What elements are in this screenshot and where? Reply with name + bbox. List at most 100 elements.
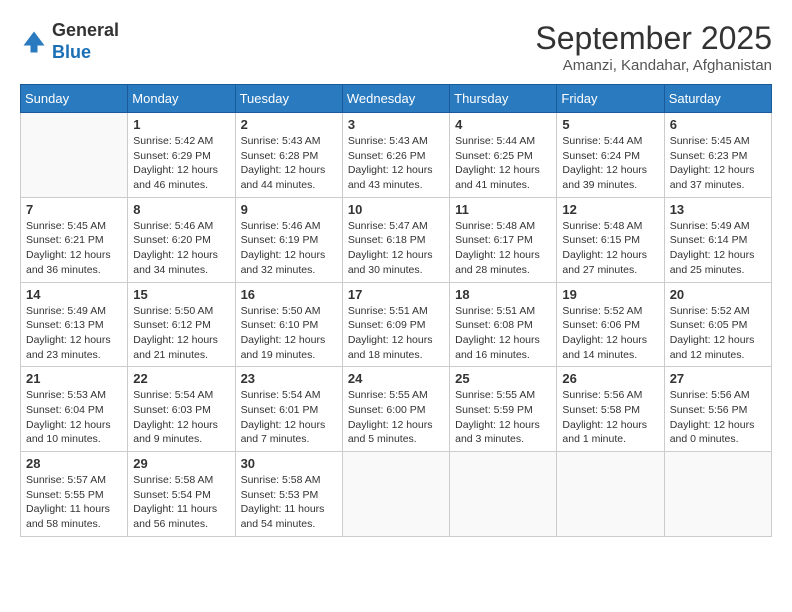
day-info: Sunrise: 5:54 AM Sunset: 6:03 PM Dayligh… xyxy=(133,388,229,447)
day-info: Sunrise: 5:51 AM Sunset: 6:09 PM Dayligh… xyxy=(348,304,444,363)
calendar-cell: 14Sunrise: 5:49 AM Sunset: 6:13 PM Dayli… xyxy=(21,282,128,367)
day-number: 24 xyxy=(348,371,444,386)
calendar-cell: 5 Sunrise: 5:44 AM Sunset: 6:24 PM Daylig… xyxy=(557,113,664,198)
day-info: Sunrise: 5:56 AM Sunset: 5:58 PM Dayligh… xyxy=(562,388,658,447)
weekday-header-saturday: Saturday xyxy=(664,85,771,113)
day-number: 3 xyxy=(348,117,444,132)
calendar-table: SundayMondayTuesdayWednesdayThursdayFrid… xyxy=(20,84,772,537)
day-info: Sunrise: 5:45 AM Sunset: 6:21 PM Dayligh… xyxy=(26,219,122,278)
day-number: 23 xyxy=(241,371,337,386)
calendar-cell: 3 Sunrise: 5:43 AM Sunset: 6:26 PM Daylig… xyxy=(342,113,449,198)
day-number: 21 xyxy=(26,371,122,386)
day-info: Sunrise: 5:50 AM Sunset: 6:12 PM Dayligh… xyxy=(133,304,229,363)
day-number: 6 xyxy=(670,117,766,132)
week-row-4: 21 Sunrise: 5:53 AM Sunset: 6:04 PM Dayli… xyxy=(21,367,772,452)
day-number: 12 xyxy=(562,202,658,217)
weekday-header-tuesday: Tuesday xyxy=(235,85,342,113)
day-info: Sunrise: 5:48 AM Sunset: 6:17 PM Dayligh… xyxy=(455,219,551,278)
day-number: 7 xyxy=(26,202,122,217)
day-number: 25 xyxy=(455,371,551,386)
day-number: 15 xyxy=(133,287,229,302)
logo-icon xyxy=(20,28,48,56)
day-info: Sunrise: 5:58 AM Sunset: 5:54 PM Dayligh… xyxy=(133,473,229,532)
calendar-cell: 29Sunrise: 5:58 AM Sunset: 5:54 PM Dayli… xyxy=(128,452,235,537)
calendar-cell: 15 Sunrise: 5:50 AM Sunset: 6:12 PM Dayli… xyxy=(128,282,235,367)
day-number: 16 xyxy=(241,287,337,302)
calendar-cell: 10 Sunrise: 5:47 AM Sunset: 6:18 PM Dayli… xyxy=(342,197,449,282)
calendar-cell: 8 Sunrise: 5:46 AM Sunset: 6:20 PM Daylig… xyxy=(128,197,235,282)
calendar-cell: 9Sunrise: 5:46 AM Sunset: 6:19 PM Daylig… xyxy=(235,197,342,282)
calendar-cell: 2Sunrise: 5:43 AM Sunset: 6:28 PM Daylig… xyxy=(235,113,342,198)
calendar-cell xyxy=(342,452,449,537)
week-row-2: 7 Sunrise: 5:45 AM Sunset: 6:21 PM Daylig… xyxy=(21,197,772,282)
weekday-header-friday: Friday xyxy=(557,85,664,113)
day-info: Sunrise: 5:48 AM Sunset: 6:15 PM Dayligh… xyxy=(562,219,658,278)
day-info: Sunrise: 5:46 AM Sunset: 6:20 PM Dayligh… xyxy=(133,219,229,278)
day-info: Sunrise: 5:57 AM Sunset: 5:55 PM Dayligh… xyxy=(26,473,122,532)
week-row-5: 28 Sunrise: 5:57 AM Sunset: 5:55 PM Dayli… xyxy=(21,452,772,537)
day-info: Sunrise: 5:44 AM Sunset: 6:24 PM Dayligh… xyxy=(562,134,658,193)
calendar-cell xyxy=(557,452,664,537)
day-number: 22 xyxy=(133,371,229,386)
logo-blue-text: Blue xyxy=(52,42,91,62)
day-number: 8 xyxy=(133,202,229,217)
day-info: Sunrise: 5:55 AM Sunset: 6:00 PM Dayligh… xyxy=(348,388,444,447)
calendar-cell: 30 Sunrise: 5:58 AM Sunset: 5:53 PM Dayli… xyxy=(235,452,342,537)
day-info: Sunrise: 5:43 AM Sunset: 6:26 PM Dayligh… xyxy=(348,134,444,193)
day-number: 11 xyxy=(455,202,551,217)
day-number: 28 xyxy=(26,456,122,471)
logo-general-text: General xyxy=(52,20,119,40)
day-info: Sunrise: 5:54 AM Sunset: 6:01 PM Dayligh… xyxy=(241,388,337,447)
logo: General Blue xyxy=(20,20,119,63)
day-info: Sunrise: 5:58 AM Sunset: 5:53 PM Dayligh… xyxy=(241,473,337,532)
day-number: 1 xyxy=(133,117,229,132)
day-info: Sunrise: 5:49 AM Sunset: 6:14 PM Dayligh… xyxy=(670,219,766,278)
calendar-cell: 19 Sunrise: 5:52 AM Sunset: 6:06 PM Dayli… xyxy=(557,282,664,367)
calendar-cell xyxy=(21,113,128,198)
title-block: September 2025 Amanzi, Kandahar, Afghani… xyxy=(535,20,772,74)
day-number: 10 xyxy=(348,202,444,217)
day-info: Sunrise: 5:42 AM Sunset: 6:29 PM Dayligh… xyxy=(133,134,229,193)
day-info: Sunrise: 5:44 AM Sunset: 6:25 PM Dayligh… xyxy=(455,134,551,193)
calendar-cell: 12 Sunrise: 5:48 AM Sunset: 6:15 PM Dayli… xyxy=(557,197,664,282)
day-number: 26 xyxy=(562,371,658,386)
calendar-cell: 27Sunrise: 5:56 AM Sunset: 5:56 PM Dayli… xyxy=(664,367,771,452)
calendar-cell: 17 Sunrise: 5:51 AM Sunset: 6:09 PM Dayli… xyxy=(342,282,449,367)
calendar-cell xyxy=(450,452,557,537)
day-info: Sunrise: 5:51 AM Sunset: 6:08 PM Dayligh… xyxy=(455,304,551,363)
weekday-header-wednesday: Wednesday xyxy=(342,85,449,113)
calendar-cell: 1 Sunrise: 5:42 AM Sunset: 6:29 PM Daylig… xyxy=(128,113,235,198)
calendar-cell: 18 Sunrise: 5:51 AM Sunset: 6:08 PM Dayli… xyxy=(450,282,557,367)
day-number: 19 xyxy=(562,287,658,302)
calendar-cell: 21 Sunrise: 5:53 AM Sunset: 6:04 PM Dayli… xyxy=(21,367,128,452)
calendar-cell xyxy=(664,452,771,537)
calendar-cell: 7 Sunrise: 5:45 AM Sunset: 6:21 PM Daylig… xyxy=(21,197,128,282)
calendar-cell: 4 Sunrise: 5:44 AM Sunset: 6:25 PM Daylig… xyxy=(450,113,557,198)
calendar-cell: 16 Sunrise: 5:50 AM Sunset: 6:10 PM Dayli… xyxy=(235,282,342,367)
weekday-header-thursday: Thursday xyxy=(450,85,557,113)
week-row-3: 14Sunrise: 5:49 AM Sunset: 6:13 PM Dayli… xyxy=(21,282,772,367)
day-info: Sunrise: 5:52 AM Sunset: 6:06 PM Dayligh… xyxy=(562,304,658,363)
calendar-cell: 28 Sunrise: 5:57 AM Sunset: 5:55 PM Dayli… xyxy=(21,452,128,537)
calendar-cell: 6Sunrise: 5:45 AM Sunset: 6:23 PM Daylig… xyxy=(664,113,771,198)
day-number: 30 xyxy=(241,456,337,471)
day-info: Sunrise: 5:52 AM Sunset: 6:05 PM Dayligh… xyxy=(670,304,766,363)
day-number: 18 xyxy=(455,287,551,302)
page-header: General Blue September 2025 Amanzi, Kand… xyxy=(20,20,772,74)
day-info: Sunrise: 5:50 AM Sunset: 6:10 PM Dayligh… xyxy=(241,304,337,363)
day-info: Sunrise: 5:53 AM Sunset: 6:04 PM Dayligh… xyxy=(26,388,122,447)
day-number: 4 xyxy=(455,117,551,132)
day-info: Sunrise: 5:56 AM Sunset: 5:56 PM Dayligh… xyxy=(670,388,766,447)
calendar-cell: 25 Sunrise: 5:55 AM Sunset: 5:59 PM Dayli… xyxy=(450,367,557,452)
week-row-1: 1 Sunrise: 5:42 AM Sunset: 6:29 PM Daylig… xyxy=(21,113,772,198)
day-info: Sunrise: 5:47 AM Sunset: 6:18 PM Dayligh… xyxy=(348,219,444,278)
day-number: 9 xyxy=(241,202,337,217)
calendar-cell: 26 Sunrise: 5:56 AM Sunset: 5:58 PM Dayli… xyxy=(557,367,664,452)
weekday-header-monday: Monday xyxy=(128,85,235,113)
day-number: 5 xyxy=(562,117,658,132)
day-number: 14 xyxy=(26,287,122,302)
day-number: 17 xyxy=(348,287,444,302)
calendar-cell: 23 Sunrise: 5:54 AM Sunset: 6:01 PM Dayli… xyxy=(235,367,342,452)
day-info: Sunrise: 5:55 AM Sunset: 5:59 PM Dayligh… xyxy=(455,388,551,447)
calendar-cell: 20Sunrise: 5:52 AM Sunset: 6:05 PM Dayli… xyxy=(664,282,771,367)
